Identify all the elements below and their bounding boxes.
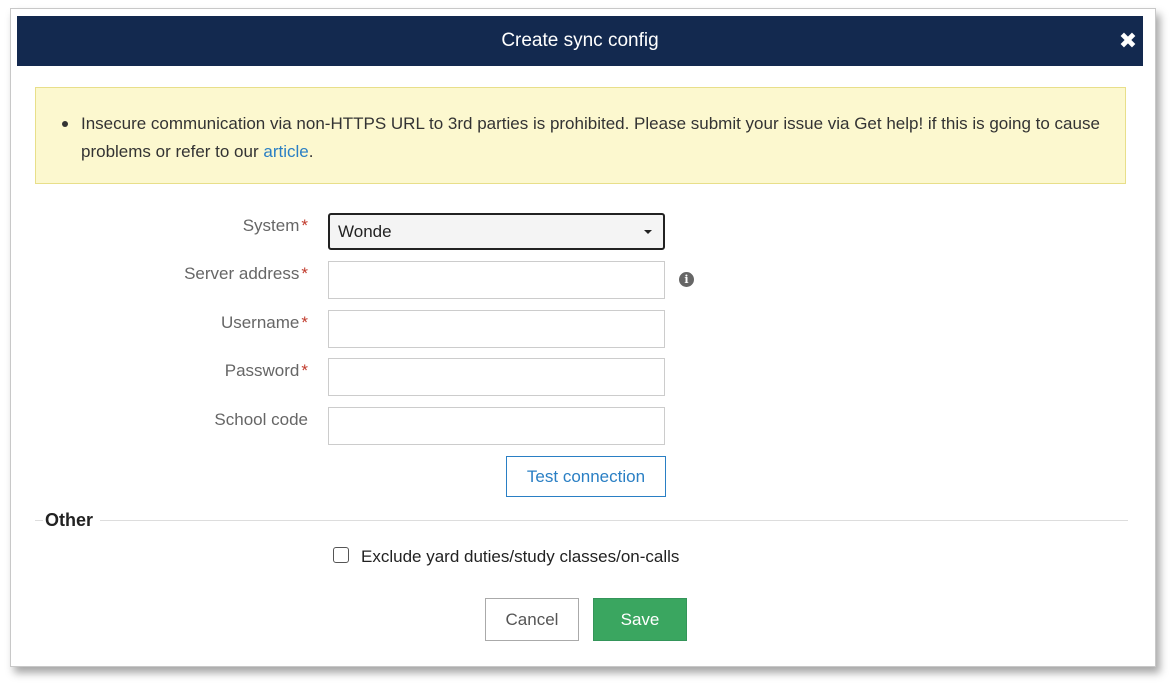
- divider: [35, 520, 43, 521]
- alert-message: Insecure communication via non-HTTPS URL…: [81, 110, 1111, 166]
- required-mark: *: [301, 216, 308, 235]
- article-link[interactable]: article: [263, 142, 308, 161]
- school-code-label: School code: [214, 410, 308, 429]
- system-label: System *: [242, 216, 308, 235]
- warning-alert: Insecure communication via non-HTTPS URL…: [35, 87, 1126, 184]
- exclude-duties-checkbox[interactable]: [333, 547, 349, 563]
- dialog-title: Create sync config: [501, 30, 659, 51]
- required-mark: *: [301, 313, 308, 332]
- required-mark: *: [301, 361, 308, 380]
- required-mark: *: [301, 264, 308, 283]
- school-code-input[interactable]: [328, 407, 665, 445]
- system-select-value: Wonde: [338, 222, 392, 241]
- server-address-input[interactable]: [328, 261, 665, 299]
- save-button[interactable]: Save: [593, 598, 687, 641]
- divider: [100, 520, 1128, 521]
- alert-message-text: Insecure communication via non-HTTPS URL…: [81, 114, 1100, 161]
- username-input[interactable]: [328, 310, 665, 348]
- cancel-button[interactable]: Cancel: [485, 598, 579, 641]
- system-select[interactable]: Wonde: [328, 213, 665, 250]
- dialog-header: Create sync config ✖: [17, 16, 1143, 66]
- test-connection-button[interactable]: Test connection: [506, 456, 666, 497]
- exclude-duties-label[interactable]: Exclude yard duties/study classes/on-cal…: [361, 547, 679, 567]
- server-address-label: Server address *: [184, 264, 308, 283]
- caret-down-icon: [644, 230, 652, 234]
- other-section-title: Other: [45, 510, 94, 530]
- password-label: Password *: [224, 361, 308, 380]
- close-icon[interactable]: ✖: [1117, 28, 1139, 54]
- alert-message-end: .: [308, 142, 314, 161]
- alert-bullet: [62, 121, 68, 127]
- username-label: Username *: [220, 313, 308, 332]
- password-input[interactable]: [328, 358, 665, 396]
- info-icon[interactable]: i: [679, 272, 694, 287]
